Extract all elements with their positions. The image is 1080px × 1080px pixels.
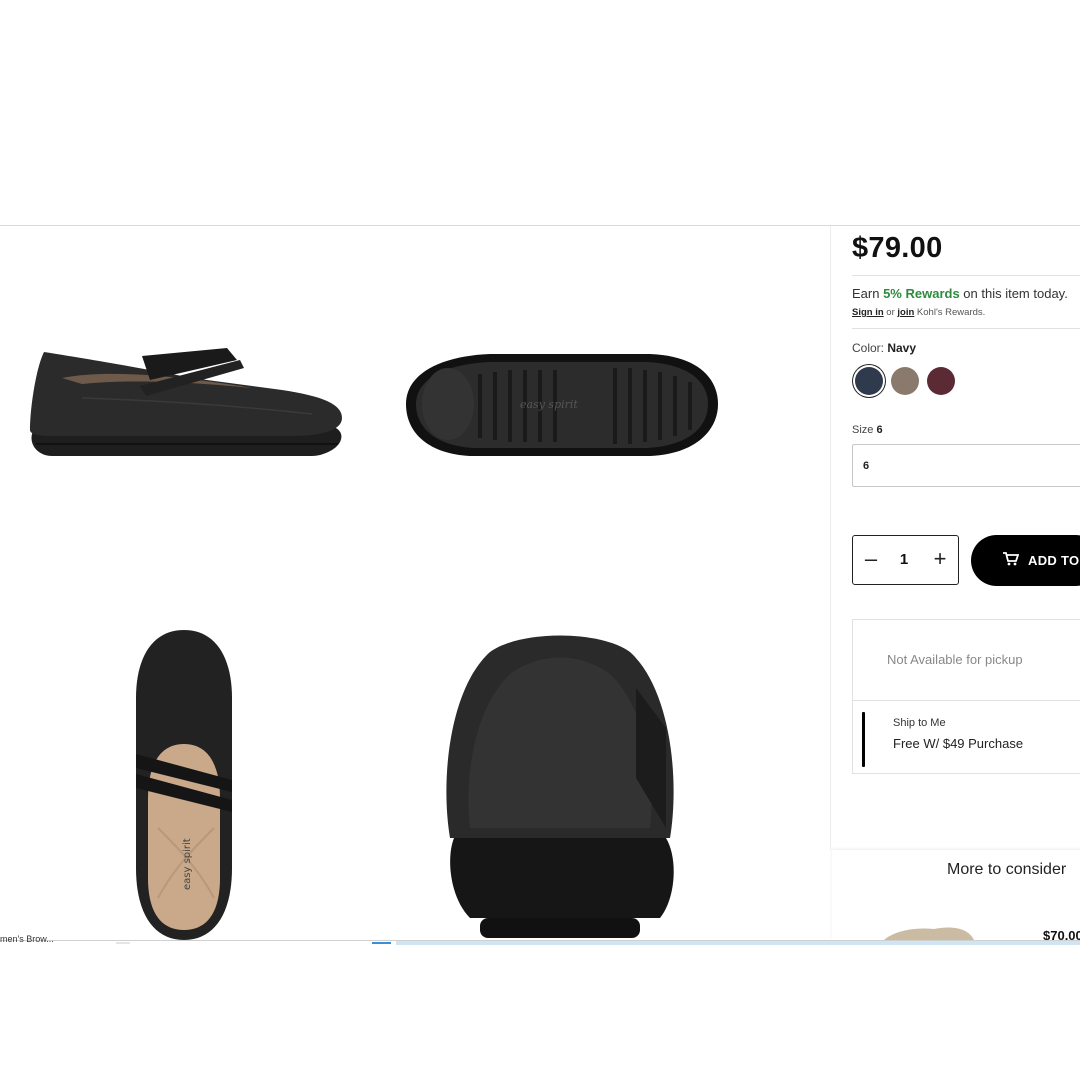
top-blank-area — [0, 0, 1080, 226]
bottom-active-mark — [372, 942, 391, 944]
quantity-stepper[interactable]: – 1 + — [852, 535, 959, 585]
pickup-option[interactable]: Not Available for pickup — [887, 652, 1023, 667]
taskbar-item[interactable]: men's Brow... — [0, 934, 54, 944]
fulfillment-divider — [853, 700, 1080, 701]
add-to-cart-button[interactable]: ADD TO CART — [971, 535, 1080, 586]
join-link[interactable]: join — [897, 307, 914, 318]
size-select[interactable]: 6 — [852, 444, 1080, 487]
quantity-increase-button[interactable]: + — [929, 547, 951, 573]
color-label-prefix: Color: — [852, 341, 888, 355]
rewards-signin-text: Sign in or join Kohl's Rewards. — [852, 307, 985, 318]
rewards-prefix: Earn — [852, 286, 884, 301]
ship-to-me-subtitle: Free W/ $49 Purchase — [893, 736, 1024, 751]
cart-icon — [1003, 552, 1020, 571]
rewards-divider — [852, 328, 1080, 329]
shoe-sole-view-image[interactable]: easy spirit — [400, 350, 722, 460]
quantity-decrease-button[interactable]: – — [861, 548, 881, 572]
rewards-highlight: 5% Rewards — [883, 286, 960, 301]
color-selected-name: Navy — [887, 341, 917, 355]
size-selected: 6 — [876, 424, 883, 436]
color-label: Color: Navy — [852, 341, 916, 355]
insole-brand-text: easy spirit — [182, 838, 193, 890]
rewards-program: Kohl's Rewards. — [914, 307, 986, 318]
fulfillment-box: Not Available for pickup Ship to Me Free… — [852, 619, 1080, 774]
rewards-suffix: on this item today. — [959, 286, 1068, 301]
size-label: Size 6 — [852, 424, 883, 436]
add-to-cart-label: ADD TO CART — [1028, 553, 1080, 568]
bottom-accent-bar — [396, 941, 1080, 945]
color-swatch-navy[interactable] — [855, 367, 883, 395]
sign-in-link[interactable]: Sign in — [852, 307, 884, 318]
bottom-gap-mark — [116, 942, 130, 944]
product-price: $79.00 — [852, 232, 943, 264]
color-swatch-taupe[interactable] — [891, 367, 919, 395]
size-label-prefix: Size — [852, 424, 877, 436]
shoe-top-view-image[interactable]: easy spirit — [128, 628, 240, 940]
ship-to-me-title[interactable]: Ship to Me — [893, 717, 946, 729]
sole-brand-text: easy spirit — [520, 398, 578, 411]
panel-divider — [830, 226, 831, 850]
price-divider — [852, 275, 1080, 276]
rewards-text: Earn 5% Rewards on this item today. — [852, 286, 1068, 301]
shoe-back-view-image[interactable] — [430, 628, 690, 940]
ship-selected-indicator — [862, 712, 865, 767]
color-swatch-burgundy[interactable] — [927, 367, 955, 395]
size-select-value: 6 — [863, 460, 870, 472]
shoe-side-view-image[interactable] — [22, 338, 347, 468]
rewards-or: or — [883, 307, 898, 318]
quantity-value: 1 — [899, 551, 909, 568]
product-image-gallery: easy spirit easy spirit — [0, 226, 828, 940]
more-to-consider-title: More to consider — [947, 861, 1067, 878]
